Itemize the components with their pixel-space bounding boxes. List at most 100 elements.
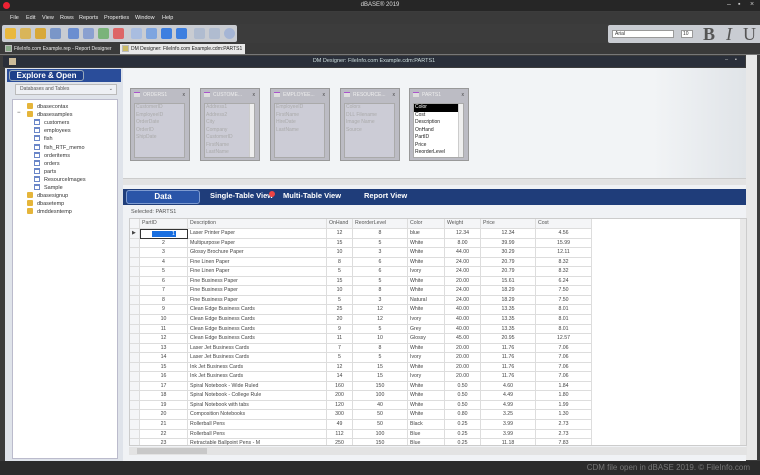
- table-box-resource[interactable]: RESOURCE... x Colors DLL Filename Image Name…: [340, 88, 400, 161]
- cell-weight[interactable]: 40.00: [445, 305, 481, 315]
- underline-button[interactable]: U: [743, 25, 756, 43]
- open-icon[interactable]: [20, 28, 31, 39]
- table-box-header[interactable]: EMPLOYEE...: [271, 89, 329, 100]
- cell-partid[interactable]: 22: [140, 429, 188, 440]
- column-header-onhand[interactable]: OnHand: [327, 219, 353, 229]
- cell-cost[interactable]: 7.06: [536, 353, 592, 363]
- grid-vertical-scrollbar[interactable]: [740, 219, 746, 445]
- cell-reorderlevel[interactable]: 3: [353, 248, 408, 258]
- italic-button[interactable]: I: [726, 25, 732, 43]
- cell-onhand[interactable]: 5: [327, 295, 353, 306]
- cell-price[interactable]: 30.29: [481, 248, 536, 258]
- cell-weight[interactable]: 44.00: [445, 248, 481, 258]
- field-item[interactable]: Colors: [345, 104, 394, 112]
- row-indicator[interactable]: [130, 391, 140, 401]
- cell-reorderlevel[interactable]: 6: [353, 267, 408, 277]
- cell-onhand[interactable]: 250: [327, 439, 353, 445]
- field-item[interactable]: ShipDate: [135, 134, 184, 142]
- row-indicator[interactable]: [130, 400, 140, 411]
- row-indicator[interactable]: [130, 257, 140, 268]
- cell-onhand[interactable]: 5: [327, 267, 353, 277]
- field-list[interactable]: Color Cost Description OnHand PartID Price Reo…: [413, 103, 464, 158]
- menu-rows[interactable]: Rows: [60, 15, 74, 21]
- cell-color[interactable]: White: [408, 305, 445, 315]
- tree-item-resourceimages[interactable]: ResourceImages: [34, 175, 86, 183]
- field-item[interactable]: HireDate: [275, 119, 324, 127]
- cell-price[interactable]: 12.34: [481, 229, 536, 239]
- cell-reorderlevel[interactable]: 15: [353, 362, 408, 373]
- cell-onhand[interactable]: 10: [327, 248, 353, 258]
- table-icon[interactable]: [68, 28, 79, 39]
- collapse-icon[interactable]: −: [17, 110, 21, 116]
- cell-color[interactable]: blue: [408, 229, 445, 239]
- tree-item-orders[interactable]: orders: [34, 159, 60, 167]
- field-list-scrollbar[interactable]: [249, 104, 254, 157]
- cell-color[interactable]: White: [408, 248, 445, 258]
- cell-weight[interactable]: 0.25: [445, 429, 481, 440]
- tree-item-dbasesignup[interactable]: dbasesignup: [27, 192, 68, 199]
- cell-price[interactable]: 18.29: [481, 286, 536, 296]
- tree-item-dbasesamples[interactable]: dbasesamples: [27, 111, 72, 118]
- cell-color[interactable]: White: [408, 381, 445, 392]
- row-indicator[interactable]: [130, 372, 140, 382]
- field-item[interactable]: Image Name: [345, 119, 394, 127]
- cell-reorderlevel[interactable]: 150: [353, 381, 408, 392]
- cell-reorderlevel[interactable]: 150: [353, 439, 408, 445]
- cell-description[interactable]: Clean Edge Business Cards: [188, 334, 327, 344]
- cell-reorderlevel[interactable]: 100: [353, 429, 408, 440]
- field-item[interactable]: CustomerID: [205, 134, 254, 142]
- cell-partid[interactable]: 12: [140, 334, 188, 344]
- cell-partid[interactable]: 5: [140, 267, 188, 277]
- tab-multi-table-view[interactable]: Multi-Table View: [283, 191, 341, 200]
- cell-weight[interactable]: 0.25: [445, 439, 481, 445]
- cell-weight[interactable]: 20.00: [445, 372, 481, 382]
- column-header-reorderlevel[interactable]: ReorderLevel: [353, 219, 408, 229]
- cell-price[interactable]: 11.76: [481, 372, 536, 382]
- cell-onhand[interactable]: 9: [327, 324, 353, 335]
- cell-onhand[interactable]: 12: [327, 229, 353, 239]
- row-indicator[interactable]: [130, 295, 140, 306]
- cell-onhand[interactable]: 120: [327, 400, 353, 411]
- cell-partid[interactable]: 10: [140, 314, 188, 325]
- maximize-button[interactable]: ▪: [738, 1, 740, 8]
- cell-cost[interactable]: 4.56: [536, 229, 592, 239]
- designer-horizontal-scrollbar[interactable]: [123, 178, 746, 185]
- cell-description[interactable]: Fine Linen Paper: [188, 257, 327, 268]
- tree-item-dbasecontax[interactable]: dbasecontax: [27, 103, 68, 110]
- cell-cost[interactable]: 7.06: [536, 343, 592, 354]
- tree-item-sample[interactable]: Sample: [34, 184, 63, 191]
- cell-onhand[interactable]: 14: [327, 372, 353, 382]
- cell-cost[interactable]: 8.01: [536, 305, 592, 315]
- minimize-button[interactable]: –: [727, 1, 731, 8]
- databases-select[interactable]: Databases and Tables ⌄: [15, 84, 117, 95]
- cell-description[interactable]: Glossy Brochure Paper: [188, 248, 327, 258]
- cell-cost[interactable]: 7.06: [536, 372, 592, 382]
- first-record-icon[interactable]: [131, 28, 142, 39]
- cell-price[interactable]: 13.35: [481, 314, 536, 325]
- column-header-partid[interactable]: PartID: [140, 219, 188, 229]
- cell-description[interactable]: Laser Printer Paper: [188, 229, 327, 239]
- field-item[interactable]: FirstName: [275, 112, 324, 120]
- cell-onhand[interactable]: 5: [327, 353, 353, 363]
- cell-description[interactable]: Fine Linen Paper: [188, 267, 327, 277]
- menu-view[interactable]: View: [42, 15, 54, 21]
- cell-weight[interactable]: 40.00: [445, 324, 481, 335]
- cell-color[interactable]: White: [408, 276, 445, 287]
- menu-help[interactable]: Help: [162, 15, 173, 21]
- cell-color[interactable]: Blue: [408, 439, 445, 445]
- cell-partid[interactable]: 3: [140, 248, 188, 258]
- cell-onhand[interactable]: 49: [327, 420, 353, 430]
- inner-maximize-button[interactable]: ▪: [735, 57, 737, 63]
- cell-reorderlevel[interactable]: 12: [353, 305, 408, 315]
- cell-price[interactable]: 11.76: [481, 353, 536, 363]
- cell-weight[interactable]: 20.00: [445, 276, 481, 287]
- field-item[interactable]: Address1: [205, 104, 254, 112]
- cell-cost[interactable]: 1.84: [536, 381, 592, 392]
- cell-reorderlevel[interactable]: 8: [353, 286, 408, 296]
- tree-item-parts[interactable]: parts: [34, 167, 56, 175]
- cell-weight[interactable]: 20.00: [445, 362, 481, 373]
- row-indicator[interactable]: [130, 439, 140, 445]
- menu-properties[interactable]: Properties: [104, 15, 129, 21]
- cell-description[interactable]: Fine Business Paper: [188, 286, 327, 296]
- field-list[interactable]: Colors DLL Filename Image Name Source: [344, 103, 395, 158]
